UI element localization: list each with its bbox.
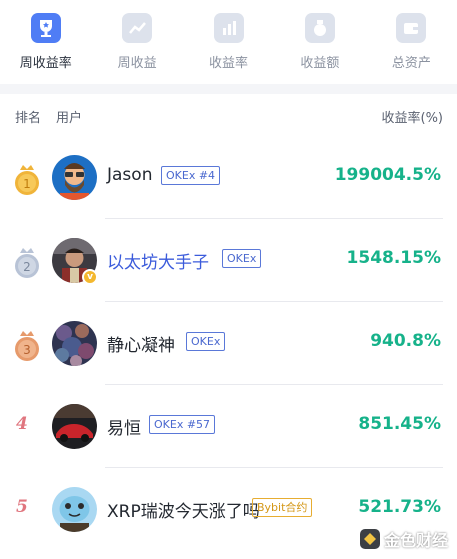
username[interactable]: 以太坊大手子 bbox=[107, 248, 209, 273]
username[interactable]: Jason bbox=[107, 165, 152, 185]
tab-weekly-return-rate[interactable]: 周收益率 bbox=[0, 0, 91, 85]
tab-bar: 周收益率 周收益 收益率 收益额 总资产 bbox=[0, 0, 457, 85]
tab-label: 总资产 bbox=[391, 56, 431, 71]
exchange-tag: Bybit合约 bbox=[252, 498, 313, 517]
tab-label: 周收益率 bbox=[19, 56, 72, 71]
return-rate-value: 199004.5% bbox=[334, 165, 441, 185]
return-rate-value: 940.8% bbox=[370, 331, 441, 351]
watermark: 金色财经 bbox=[360, 526, 448, 552]
svg-text:3: 3 bbox=[23, 343, 31, 357]
table-header: 排名 用户 收益率(%) bbox=[0, 94, 457, 136]
username[interactable]: XRP瑞波今天涨了吗 bbox=[107, 497, 260, 522]
avatar[interactable] bbox=[52, 404, 97, 449]
trend-chart-icon bbox=[122, 13, 153, 43]
svg-text:1: 1 bbox=[23, 177, 31, 191]
exchange-tag: OKEx bbox=[186, 332, 226, 351]
exchange-tag: OKEx #4 bbox=[161, 166, 221, 185]
section-divider bbox=[0, 84, 457, 94]
avatar[interactable] bbox=[52, 155, 97, 200]
silver-medal-icon: 2 bbox=[15, 248, 39, 278]
tab-weekly-return[interactable]: 周收益 bbox=[91, 0, 182, 85]
exchange-tag: OKEx #57 bbox=[149, 415, 216, 434]
tab-return-amount[interactable]: 收益额 bbox=[274, 0, 365, 85]
gold-medal-icon: 1 bbox=[15, 165, 39, 195]
ranking-row[interactable]: 1 Jason OKEx #4 199004.5% bbox=[0, 136, 457, 219]
svg-text:2: 2 bbox=[23, 260, 31, 274]
money-bag-icon bbox=[304, 13, 335, 43]
ranking-row[interactable]: 2 v 以太坊大手子 OKEx 1548.15% bbox=[0, 219, 457, 302]
return-rate-value: 851.45% bbox=[358, 414, 441, 434]
rank-number: 5 bbox=[16, 497, 28, 517]
avatar[interactable] bbox=[52, 321, 97, 366]
verified-badge-icon: v bbox=[82, 269, 98, 285]
bar-chart-icon bbox=[213, 13, 244, 43]
wallet-icon bbox=[396, 13, 427, 43]
column-header-return-rate[interactable]: 收益率(%) bbox=[382, 107, 444, 126]
tab-return-rate[interactable]: 收益率 bbox=[183, 0, 274, 85]
ranking-row[interactable]: 3 静心凝神 OKEx 940.8% bbox=[0, 302, 457, 385]
return-rate-value: 521.73% bbox=[358, 497, 441, 517]
trophy-icon bbox=[30, 13, 61, 43]
bronze-medal-icon: 3 bbox=[15, 331, 39, 361]
rank-number: 4 bbox=[16, 414, 28, 434]
logo-icon bbox=[360, 529, 380, 549]
username[interactable]: 静心凝神 bbox=[107, 331, 175, 356]
return-rate-value: 1548.15% bbox=[346, 248, 441, 268]
tab-label: 周收益 bbox=[117, 56, 157, 71]
column-header-user: 用户 bbox=[56, 111, 83, 126]
watermark-text: 金色财经 bbox=[384, 531, 449, 550]
tab-label: 收益额 bbox=[300, 56, 340, 71]
tab-label: 收益率 bbox=[209, 56, 249, 71]
exchange-tag: OKEx bbox=[222, 249, 262, 268]
tab-total-assets[interactable]: 总资产 bbox=[366, 0, 457, 85]
ranking-row[interactable]: 4 易恒 OKEx #57 851.45% bbox=[0, 385, 457, 468]
username[interactable]: 易恒 bbox=[107, 414, 141, 439]
column-header-rank: 排名 bbox=[15, 111, 42, 126]
avatar[interactable] bbox=[52, 487, 97, 532]
